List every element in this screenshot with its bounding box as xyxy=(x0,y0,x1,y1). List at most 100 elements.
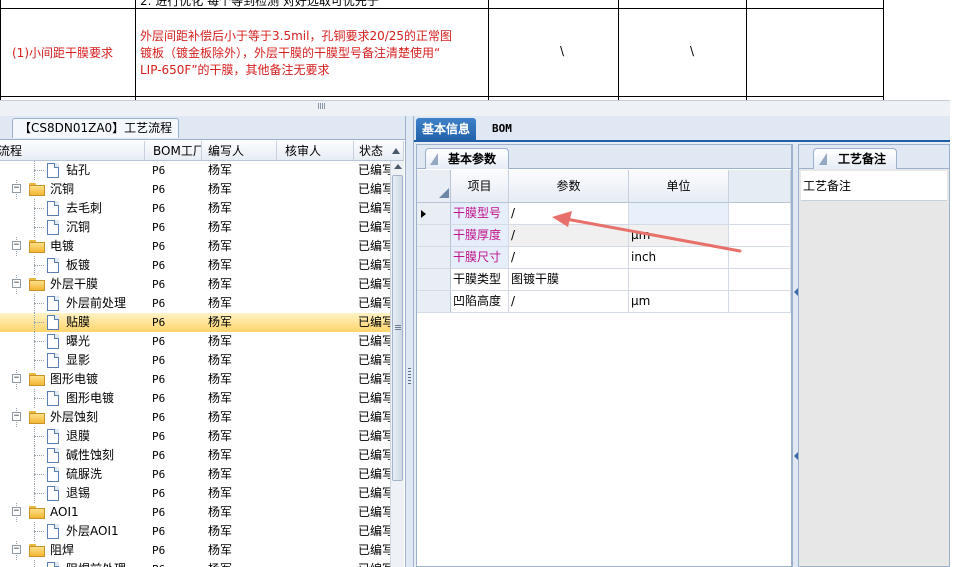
col-header-bom-factory[interactable]: BOM工厂 xyxy=(149,141,202,161)
tree-row[interactable]: 贴膜 P6 杨军 已编写 xyxy=(0,313,390,332)
tab-process-notes[interactable]: 工艺备注 xyxy=(813,148,898,169)
tree-row[interactable]: − 外层干膜 P6 杨军 已编写 xyxy=(0,275,390,294)
param-value-field[interactable]: / xyxy=(509,291,629,312)
tree-row[interactable]: 板镀 P6 杨军 已编写 xyxy=(0,256,390,275)
requirement-line-2: 镀板（镀金板除外），外层干膜的干膜型号备注清楚使用“ xyxy=(140,46,441,60)
tree-item-status: 已编写 xyxy=(358,220,390,234)
collapse-icon[interactable]: − xyxy=(12,545,21,554)
col-header-flow[interactable]: 流程 xyxy=(0,141,145,161)
tree-item-name: 图形电镀 xyxy=(50,372,99,386)
param-value-field[interactable]: / xyxy=(509,247,629,268)
tree-item-name: 沉铜 xyxy=(50,182,75,196)
tree-item-name: AOI1 xyxy=(50,505,79,519)
tab-bom[interactable]: BOM xyxy=(486,118,518,142)
tree-item-status: 已编写 xyxy=(358,182,390,196)
tree-row[interactable]: 外层前处理 P6 杨军 已编写 xyxy=(0,294,390,313)
document-icon xyxy=(47,448,59,463)
folder-icon xyxy=(29,373,45,386)
tree-row[interactable]: − 阻焊 P6 杨军 已编写 xyxy=(0,541,390,560)
collapse-icon[interactable]: − xyxy=(12,241,21,250)
col-header-writer[interactable]: 编写人 xyxy=(204,141,277,161)
vertical-splitter[interactable] xyxy=(405,116,414,567)
param-item-name: 凹陷高度 xyxy=(451,291,509,312)
tree-item-name: 沉铜 xyxy=(66,220,91,234)
grid-col-extra xyxy=(729,170,791,202)
tree-item-name: 去毛刺 xyxy=(66,201,103,215)
tree-item-status: 已编写 xyxy=(358,448,390,462)
horizontal-splitter[interactable] xyxy=(0,100,950,116)
tree-row[interactable]: 外层AOI1 P6 杨军 已编写 xyxy=(0,522,390,541)
param-item-name: 干膜型号 xyxy=(451,203,509,224)
document-icon xyxy=(47,334,59,349)
param-value-field[interactable]: 图镀干膜 xyxy=(509,269,629,290)
tree-row[interactable]: 阻焊前处理P6 杨军 已编写 xyxy=(0,560,390,567)
tree-item-writer: 杨军 xyxy=(208,391,233,405)
scroll-up-icon[interactable] xyxy=(394,164,402,169)
tree-row[interactable]: − 沉铜 P6 杨军 已编写 xyxy=(0,180,390,199)
grid-row[interactable]: 干膜型号 / xyxy=(417,203,791,225)
requirement-col3-value: \ xyxy=(560,44,565,58)
param-value-field[interactable]: / xyxy=(509,203,629,224)
tab-basic-params[interactable]: 基本参数 xyxy=(425,148,510,169)
tree-row[interactable]: − 图形电镀 P6 杨军 已编写 xyxy=(0,370,390,389)
tree-item-status: 已编写 xyxy=(358,524,390,538)
grid-col-value[interactable]: 参数 xyxy=(509,170,629,202)
tree-row[interactable]: − 外层蚀刻 P6 杨军 已编写 xyxy=(0,408,390,427)
tree-row[interactable]: 沉铜 P6 杨军 已编写 xyxy=(0,218,390,237)
param-extra-cell xyxy=(729,225,791,246)
grid-row[interactable]: 凹陷高度 / μm xyxy=(417,291,791,313)
sort-arrow-icon xyxy=(392,148,400,154)
collapse-icon[interactable]: − xyxy=(12,184,21,193)
collapse-icon[interactable]: − xyxy=(12,374,21,383)
tree-item-reviewer xyxy=(285,370,355,389)
requirement-row-label: (1)小间距干膜要求 xyxy=(12,46,113,60)
tree-scrollbar[interactable] xyxy=(390,161,404,567)
row-indicator[interactable] xyxy=(417,291,451,312)
tree-item-factory: P6 xyxy=(152,221,166,234)
param-extra-cell xyxy=(729,247,791,268)
collapse-icon[interactable]: − xyxy=(12,279,21,288)
grid-row[interactable]: 干膜类型 图镀干膜 xyxy=(417,269,791,291)
tree-item-reviewer xyxy=(285,389,355,408)
scrollbar-thumb[interactable] xyxy=(392,175,403,481)
tree-item-reviewer xyxy=(285,408,355,427)
tree-row[interactable]: 钻孔 P6 杨军 已编写 xyxy=(0,161,390,180)
tab-process-flow[interactable]: 【CS8DN01ZA0】工艺流程 xyxy=(12,118,180,138)
tree-line xyxy=(34,322,44,323)
tree-row[interactable]: − 电镀 P6 杨军 已编写 xyxy=(0,237,390,256)
tree-item-status: 已编写 xyxy=(358,258,390,272)
tab-basic-info[interactable]: 基本信息 xyxy=(416,118,477,142)
grid-col-item[interactable]: 项目 xyxy=(451,170,509,202)
tree-row[interactable]: 曝光 P6 杨军 已编写 xyxy=(0,332,390,351)
row-indicator[interactable] xyxy=(417,203,451,224)
grid-row[interactable]: 干膜尺寸 / inch xyxy=(417,247,791,269)
tree-row[interactable]: 退锡 P6 杨军 已编写 xyxy=(0,484,390,503)
tree-line xyxy=(34,531,44,532)
row-indicator[interactable] xyxy=(417,269,451,290)
col-header-reviewer[interactable]: 核审人 xyxy=(281,141,354,161)
param-value-field[interactable]: / xyxy=(509,225,629,246)
row-indicator[interactable] xyxy=(417,247,451,268)
tree-item-reviewer xyxy=(285,446,355,465)
tree-row[interactable]: 硫脲洗 P6 杨军 已编写 xyxy=(0,465,390,484)
row-indicator[interactable] xyxy=(417,225,451,246)
collapse-icon[interactable]: − xyxy=(12,412,21,421)
tree-row[interactable]: 图形电镀 P6 杨军 已编写 xyxy=(0,389,390,408)
folder-icon xyxy=(29,183,45,196)
tree-row[interactable]: − AOI1 P6 杨军 已编写 xyxy=(0,503,390,522)
grid-col-unit[interactable]: 单位 xyxy=(629,170,729,202)
tree-row[interactable]: 去毛刺 P6 杨军 已编写 xyxy=(0,199,390,218)
tree-item-status: 已编写 xyxy=(358,543,390,557)
collapse-icon[interactable]: − xyxy=(12,507,21,516)
tree-row[interactable]: 退膜 P6 杨军 已编写 xyxy=(0,427,390,446)
grid-row[interactable]: 干膜厚度 / μm xyxy=(417,225,791,247)
tree-row[interactable]: 碱性蚀刻 P6 杨军 已编写 xyxy=(0,446,390,465)
tree-item-reviewer xyxy=(285,541,355,560)
grid-header: 项目 参数 单位 xyxy=(417,170,791,203)
param-unit xyxy=(629,203,729,224)
tree-item-factory: P6 xyxy=(152,449,166,462)
tree-row[interactable]: 显影 P6 杨军 已编写 xyxy=(0,351,390,370)
tree-item-status: 已编写 xyxy=(358,467,390,481)
tree-item-reviewer xyxy=(285,503,355,522)
tree-item-factory: P6 xyxy=(152,525,166,538)
